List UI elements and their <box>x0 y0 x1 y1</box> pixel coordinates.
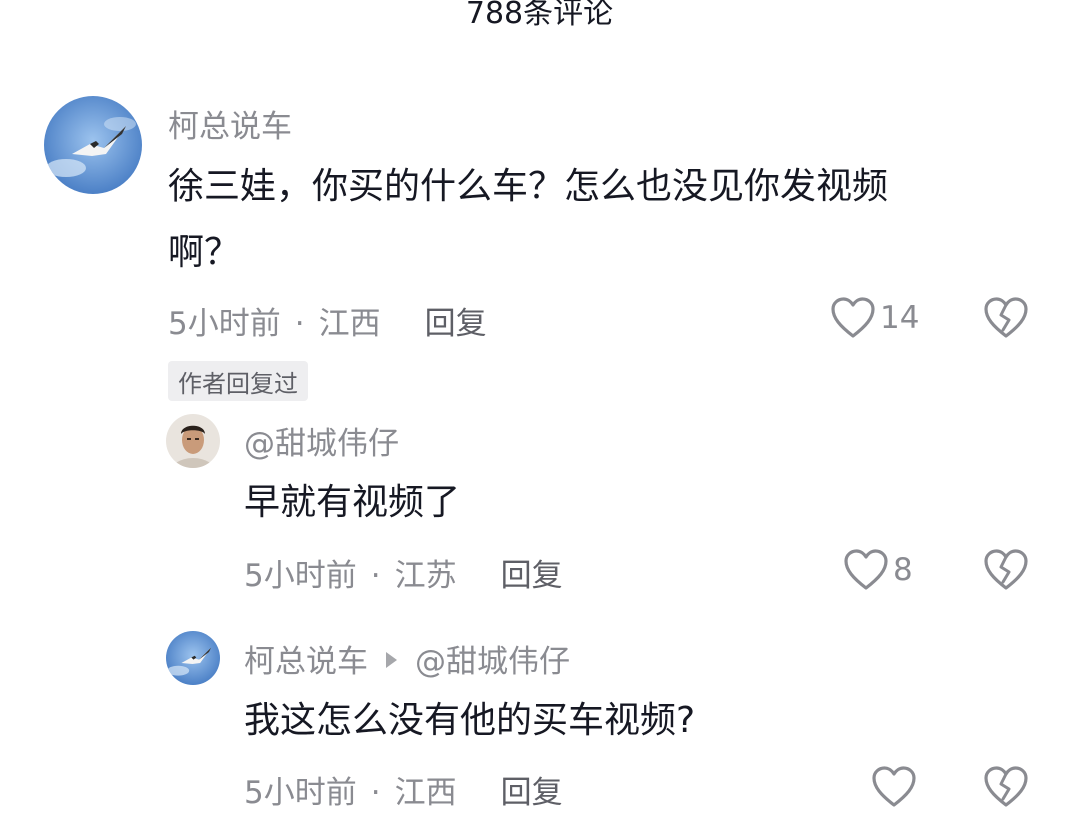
reply-text: 我这怎么没有他的买车视频? <box>244 700 696 741</box>
reply-username-line: 柯总说车 @甜城伟仔 <box>244 636 570 681</box>
heart-outline-icon <box>844 549 888 590</box>
author-replied-badge: 作者回复过 <box>168 361 308 401</box>
dislike-button[interactable] <box>983 765 1029 813</box>
reply-location: 江苏 <box>394 558 457 594</box>
comment-username[interactable]: 柯总说车 <box>168 101 292 146</box>
like-count: 14 <box>880 300 920 336</box>
seagull-avatar-icon[interactable] <box>166 631 220 685</box>
meta-separator: · <box>294 306 305 342</box>
comment-text-line1: 徐三娃，你买的什么车？怎么也没见你发视频 <box>168 166 889 207</box>
comment-count-title: 788条评论 <box>465 0 614 31</box>
meta-separator: · <box>370 775 381 811</box>
meta-separator: · <box>370 558 381 594</box>
seagull-avatar-icon[interactable] <box>44 96 142 194</box>
reply-username[interactable]: @甜城伟仔 <box>244 418 399 463</box>
man-avatar-icon[interactable] <box>166 414 220 468</box>
dislike-button[interactable] <box>983 548 1029 596</box>
reply-time: 5小时前 <box>244 775 357 811</box>
reply-meta: 5小时前 · 江苏 回复 <box>244 550 563 595</box>
reply-meta: 5小时前 · 江西 回复 <box>244 767 563 812</box>
heart-outline-icon <box>872 766 916 807</box>
broken-heart-icon <box>984 549 1028 590</box>
reply-text: 早就有视频了 <box>244 482 461 523</box>
comment-text-line2: 啊？ <box>168 232 241 273</box>
reply-location: 江西 <box>394 775 457 811</box>
comment-location: 江西 <box>318 306 381 342</box>
like-button[interactable]: 14 <box>830 296 919 340</box>
reply-button[interactable]: 回复 <box>501 558 563 594</box>
like-button[interactable]: 8 <box>843 548 913 592</box>
reply-to-username[interactable]: @甜城伟仔 <box>415 644 570 680</box>
broken-heart-icon <box>984 297 1028 338</box>
comment-text: 徐三娃，你买的什么车？怎么也没见你发视频 啊？ <box>168 154 1028 286</box>
reply-username[interactable]: 柯总说车 <box>244 644 368 680</box>
reply-to-arrow-icon <box>386 652 397 668</box>
comment-time: 5小时前 <box>168 306 281 342</box>
comment-meta: 5小时前 · 江西 回复 <box>168 298 487 343</box>
reply-button[interactable]: 回复 <box>425 306 487 342</box>
broken-heart-icon <box>984 766 1028 807</box>
reply-time: 5小时前 <box>244 558 357 594</box>
like-count: 8 <box>893 552 913 588</box>
reply-button[interactable]: 回复 <box>501 775 563 811</box>
like-button[interactable] <box>871 765 917 809</box>
heart-outline-icon <box>831 297 875 338</box>
dislike-button[interactable] <box>983 296 1029 344</box>
